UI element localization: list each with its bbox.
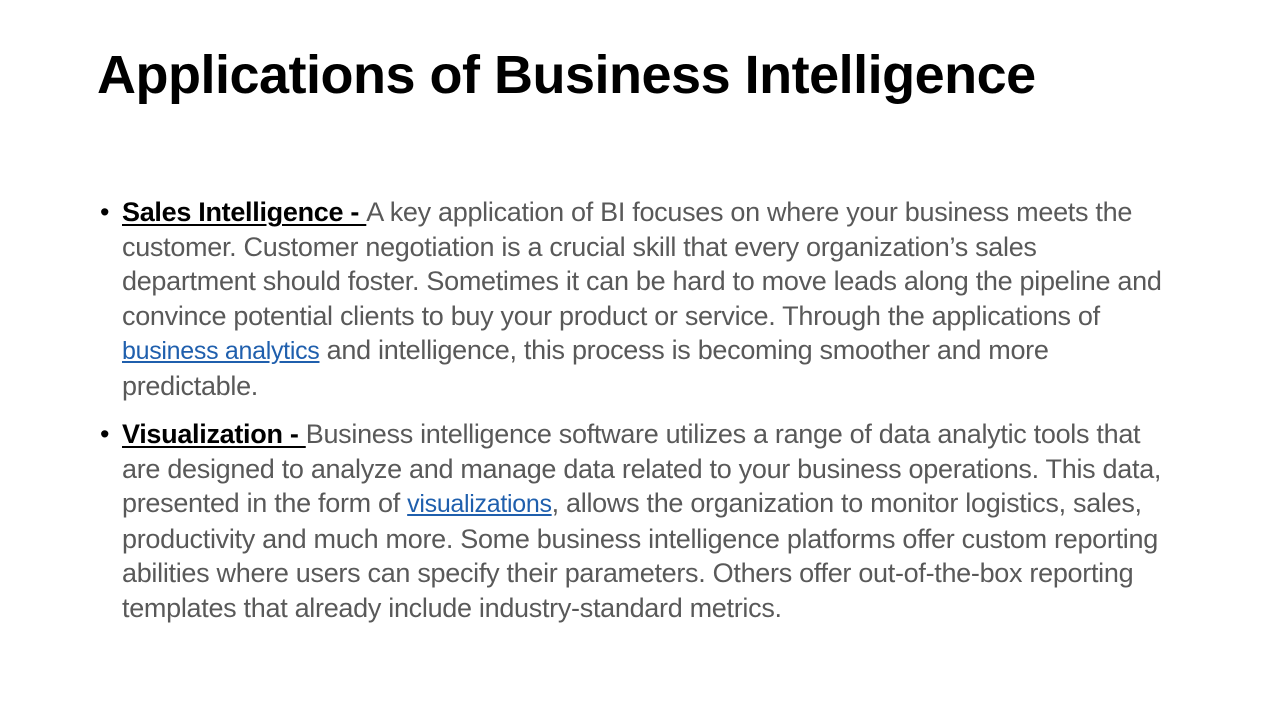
bullet-sales-intelligence: • Sales Intelligence - A key application … <box>100 195 1175 403</box>
bullet-list: • Sales Intelligence - A key application … <box>100 195 1175 639</box>
business-analytics-link[interactable]: business analytics <box>122 337 320 365</box>
visualizations-link[interactable]: visualizations <box>407 490 552 518</box>
bullet-visualization: • Visualization - Business intelligence s… <box>100 417 1175 625</box>
slide: Applications of Business Intelligence • S… <box>0 0 1280 720</box>
bullet-term: Sales Intelligence - <box>122 197 367 227</box>
bullet-dot-icon: • <box>100 419 110 449</box>
slide-title: Applications of Business Intelligence <box>97 45 1036 105</box>
bullet-dot-icon: • <box>100 197 110 227</box>
bullet-term: Visualization - <box>122 419 306 449</box>
